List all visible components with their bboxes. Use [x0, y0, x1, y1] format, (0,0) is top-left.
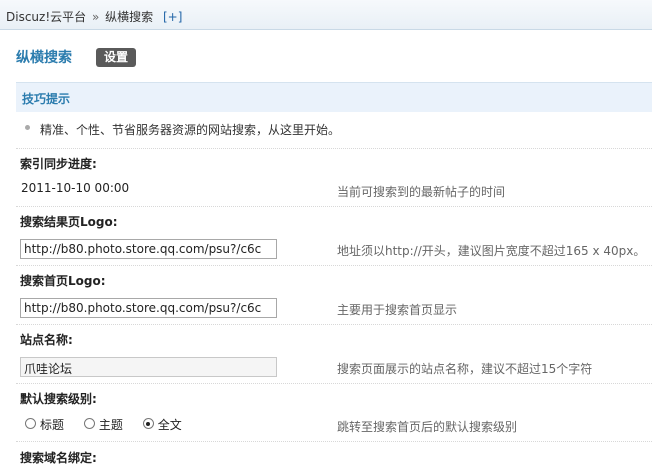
breadcrumb-current: 纵横搜索 [105, 10, 154, 24]
default-level-label: 默认搜索级别: [20, 392, 97, 406]
breadcrumb-separator: » [91, 10, 100, 24]
site-name-label: 站点名称: [20, 333, 73, 347]
bullet-icon [25, 125, 30, 130]
default-level-description: 跳转至搜索首页后的默认搜索级别 [337, 420, 518, 434]
divider [16, 441, 652, 442]
home-logo-label: 搜索首页Logo: [20, 274, 106, 288]
tip-text: 精准、个性、节省服务器资源的网站搜索，从这里开始。 [40, 123, 341, 137]
radio-fulltext-label: 全文 [157, 418, 182, 432]
sync-progress-label: 索引同步进度: [20, 157, 97, 171]
tips-header: 技巧提示 [16, 82, 652, 112]
home-logo-input[interactable]: http://b80.photo.store.qq.com/psu?/c6c [20, 298, 277, 318]
breadcrumb: Discuz!云平台 » 纵横搜索 [+] [6, 8, 182, 25]
site-name-description: 搜索页面展示的站点名称，建议不超过15个字符 [337, 362, 593, 376]
divider [16, 324, 652, 325]
domain-bind-label: 搜索域名绑定: [20, 451, 97, 465]
divider [16, 148, 652, 149]
radio-fulltext[interactable]: 全文 [142, 416, 182, 433]
top-bar: Discuz!云平台 » 纵横搜索 [+] [0, 0, 652, 30]
results-logo-description: 地址须以http://开头，建议图片宽度不超过165 x 40px。 [337, 244, 646, 258]
site-name-input[interactable]: 爪哇论坛 [20, 357, 277, 377]
add-shortcut-link[interactable]: [+] [163, 10, 182, 24]
radio-circle-icon [83, 418, 95, 429]
radio-subject[interactable]: 主题 [83, 416, 123, 433]
radio-subject-label: 主题 [98, 418, 123, 432]
tip-item: 精准、个性、节省服务器资源的网站搜索，从这里开始。 [16, 118, 652, 144]
sync-progress-description: 当前可搜索到的最新帖子的时间 [337, 185, 506, 199]
results-logo-label: 搜索结果页Logo: [20, 215, 118, 229]
results-logo-input[interactable]: http://b80.photo.store.qq.com/psu?/c6c [20, 239, 277, 259]
page-title: 纵横搜索 [16, 50, 72, 66]
radio-title-label: 标题 [40, 418, 65, 432]
tips-heading: 技巧提示 [22, 92, 71, 106]
home-logo-description: 主要用于搜索首页显示 [337, 303, 458, 317]
radio-circle-icon [25, 418, 36, 429]
divider [16, 383, 652, 384]
default-level-radio-group: 标题 主题 全文 [25, 416, 198, 433]
sync-progress-value: 2011-10-10 00:00 [21, 181, 130, 195]
settings-button[interactable]: 设置 [96, 48, 136, 67]
radio-checked-icon [142, 418, 154, 429]
divider [16, 265, 652, 266]
divider [16, 206, 652, 207]
radio-title[interactable]: 标题 [25, 416, 64, 433]
breadcrumb-root-link[interactable]: Discuz!云平台 [6, 8, 86, 25]
